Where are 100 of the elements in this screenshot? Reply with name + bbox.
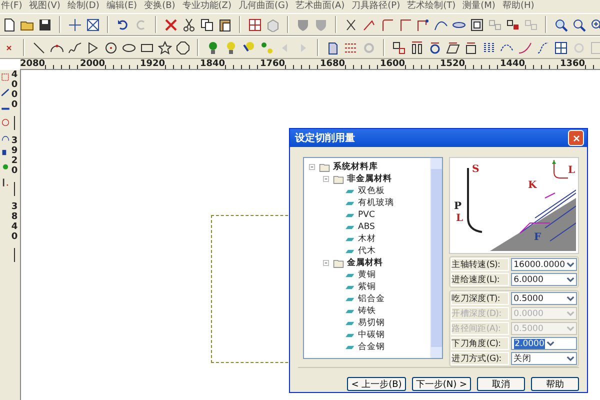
- curve-icon[interactable]: [518, 40, 532, 54]
- back-button[interactable]: < 上一步(B): [347, 376, 406, 390]
- zoom-in-icon[interactable]: [590, 18, 600, 32]
- help-button[interactable]: 帮助: [531, 376, 579, 390]
- combo-box[interactable]: 16000.0000: [510, 258, 577, 271]
- menu-item[interactable]: 绘制(D): [67, 1, 100, 12]
- menu-item[interactable]: 艺术绘制(T): [407, 1, 456, 12]
- corner-icon[interactable]: [398, 18, 412, 32]
- menu-item[interactable]: 件(F): [1, 1, 22, 12]
- window-icon[interactable]: [464, 40, 478, 54]
- diagram-label: F: [534, 232, 541, 243]
- corner-icon[interactable]: [380, 18, 394, 32]
- menu-item[interactable]: 几何曲面(G): [238, 1, 288, 12]
- menu-item[interactable]: 编辑(E): [106, 1, 138, 12]
- folder-icon[interactable]: [319, 162, 330, 172]
- ruler-label: 3840: [10, 202, 19, 242]
- save-icon[interactable]: [38, 18, 52, 32]
- select-box-icon[interactable]: [86, 18, 100, 32]
- diagram-label: L: [456, 213, 463, 224]
- field-label: 主轴转速(S):: [450, 258, 509, 271]
- grid-icon[interactable]: [554, 40, 568, 54]
- diagram-label: S: [472, 164, 479, 175]
- paste-icon[interactable]: [218, 18, 232, 32]
- combo-box[interactable]: 0.5000: [510, 292, 577, 305]
- bulb-icon[interactable]: [224, 40, 238, 54]
- close-button[interactable]: [568, 130, 584, 146]
- octagon-icon[interactable]: [176, 40, 190, 54]
- delete-icon[interactable]: [164, 18, 178, 32]
- tree-item[interactable]: ABS: [358, 222, 375, 232]
- tree-item[interactable]: 紫铜: [358, 281, 376, 293]
- circle-icon[interactable]: [104, 40, 118, 54]
- diagram-label: P: [454, 201, 462, 212]
- crosshair-icon[interactable]: [68, 18, 82, 32]
- ruler-label: 1680: [320, 59, 346, 69]
- folder-icon[interactable]: [333, 174, 344, 184]
- zoom-icon[interactable]: [554, 18, 568, 32]
- ruler-label: 3920: [10, 136, 19, 176]
- menu-item[interactable]: 帮助(H): [502, 1, 534, 12]
- columns-icon[interactable]: [410, 40, 424, 54]
- tree-item[interactable]: 木材: [358, 233, 376, 245]
- parallelogram-icon[interactable]: [446, 40, 460, 54]
- tree-item[interactable]: 双色板: [358, 185, 385, 197]
- ruler-label: 2080: [20, 59, 46, 69]
- combo-value: 2.0000: [514, 338, 546, 348]
- tree-folder[interactable]: 系统材料库: [333, 161, 378, 173]
- tree-item[interactable]: PVC: [358, 210, 375, 220]
- curve-icon[interactable]: [0, 133, 10, 142]
- dialog-title: 设定切削用量: [295, 131, 355, 145]
- scrollbar[interactable]: [430, 158, 442, 358]
- tree-folder[interactable]: 金属材料: [347, 257, 383, 269]
- folder-icon[interactable]: [333, 258, 344, 268]
- bulbs-icon[interactable]: [260, 40, 274, 54]
- next-button[interactable]: 下一步(N) >: [412, 376, 471, 390]
- expander-icon[interactable]: [322, 175, 330, 183]
- zoom-icon[interactable]: [572, 18, 586, 32]
- expander-icon[interactable]: [322, 259, 330, 267]
- menu-item[interactable]: 专业功能(Z): [182, 1, 232, 12]
- menu-item[interactable]: 艺术曲面(A): [295, 1, 345, 12]
- new-file-icon[interactable]: [2, 18, 16, 32]
- tree-item[interactable]: 易切钢: [358, 317, 385, 329]
- pen-icon[interactable]: [0, 88, 10, 97]
- combo-box[interactable]: 关闭: [510, 352, 577, 365]
- polyline-icon[interactable]: [86, 40, 100, 54]
- select-icon[interactable]: [0, 73, 10, 82]
- cancel-button[interactable]: 取消: [477, 376, 525, 390]
- undo-icon[interactable]: [116, 18, 130, 32]
- tree-item[interactable]: 代木: [358, 245, 376, 257]
- spline-icon[interactable]: [68, 40, 82, 54]
- line-icon[interactable]: [362, 18, 376, 32]
- combo-box[interactable]: 6.0000: [510, 273, 577, 286]
- close-icon[interactable]: [572, 134, 580, 142]
- tree-item[interactable]: 铸铁: [358, 305, 376, 317]
- ruler-label: 1920: [140, 59, 166, 69]
- field-label: 进刀方式(G):: [450, 352, 509, 365]
- curve-icon[interactable]: [536, 40, 550, 54]
- star-icon[interactable]: [158, 40, 172, 54]
- bulb-icon[interactable]: [242, 40, 256, 54]
- frame-icon[interactable]: [470, 18, 484, 32]
- tree-item[interactable]: 中碳钢: [358, 329, 385, 341]
- group-icon[interactable]: [506, 18, 520, 32]
- tree-item[interactable]: 合金钢: [358, 341, 385, 353]
- menu-item[interactable]: 视图(V): [29, 1, 60, 12]
- dots-icon[interactable]: [482, 40, 496, 54]
- menu-item[interactable]: 刀具路径(P): [352, 1, 400, 12]
- line-icon[interactable]: [32, 40, 46, 54]
- table-icon[interactable]: [344, 40, 358, 54]
- menu-item[interactable]: 测量(M): [462, 1, 496, 12]
- combo-box[interactable]: 2.0000: [510, 337, 577, 350]
- grid-icon[interactable]: [248, 18, 262, 32]
- tree-folder[interactable]: 非金属材料: [347, 173, 392, 185]
- menu-item[interactable]: 变换(B): [144, 1, 176, 12]
- copy-icon[interactable]: [200, 18, 214, 32]
- node-icon[interactable]: [392, 40, 406, 54]
- expander-icon[interactable]: [308, 163, 316, 171]
- tree-item[interactable]: 有机玻璃: [358, 197, 394, 209]
- combo-value: 6.0000: [512, 274, 544, 284]
- tree-item[interactable]: 铝合金: [358, 293, 385, 305]
- corner-icon[interactable]: [416, 18, 430, 32]
- tree-item[interactable]: 黄铜: [358, 269, 376, 281]
- bulb-icon[interactable]: [206, 40, 220, 54]
